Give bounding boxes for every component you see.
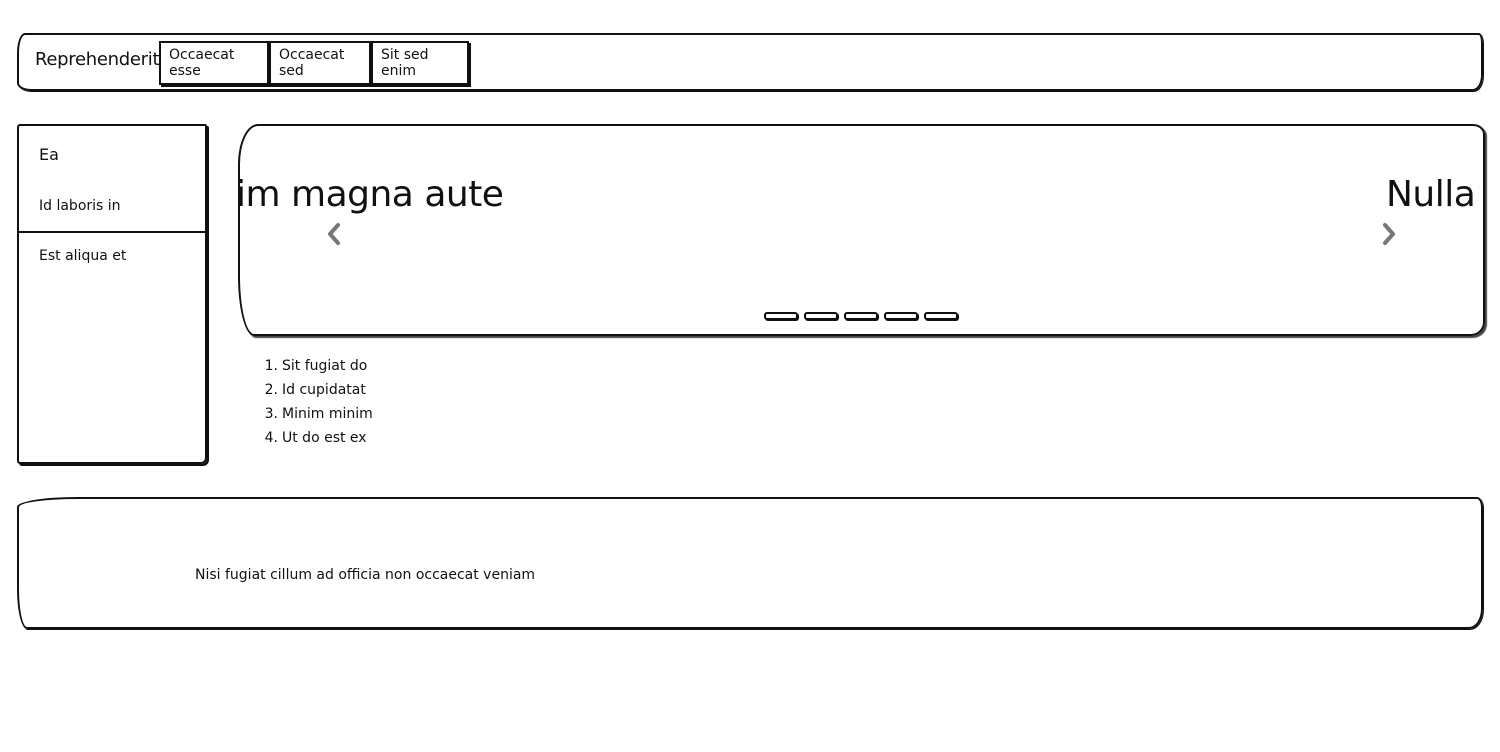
list-item: 1. Sit fugiat do <box>262 354 373 378</box>
carousel-slide-text-right: Nulla u <box>1386 174 1483 215</box>
list-item-text: Ut do est ex <box>282 430 367 446</box>
brand-title[interactable]: Reprehenderit <box>35 49 160 70</box>
list-item: 2. Id cupidatat <box>262 378 373 402</box>
list-item-text: Minim minim <box>282 406 373 422</box>
chevron-left-icon[interactable] <box>326 222 342 251</box>
footer: Nisi fugiat cillum ad officia non occaec… <box>17 497 1483 629</box>
list-item-number: 4. <box>264 430 278 446</box>
list-item-text: Sit fugiat do <box>282 358 368 374</box>
carousel-slide-text-left: im magna aute <box>238 174 504 215</box>
chevron-left-icon-svg <box>328 223 340 245</box>
nav-button-sit-sed-enim[interactable]: Sit sed enim <box>371 41 469 85</box>
nav-button-occaecat-sed[interactable]: Occaecat sed <box>269 41 371 85</box>
sidebar: Ea Id laboris in Est aliqua et <box>17 124 207 464</box>
carousel-indicator-1[interactable] <box>764 312 798 320</box>
carousel-indicator-4[interactable] <box>884 312 918 320</box>
chevron-right-icon[interactable] <box>1381 222 1397 251</box>
carousel-indicator-5[interactable] <box>924 312 958 320</box>
list-item-text: Id cupidatat <box>282 382 366 398</box>
list-item: 4. Ut do est ex <box>262 426 373 450</box>
footer-text: Nisi fugiat cillum ad officia non occaec… <box>195 567 536 583</box>
sidebar-heading: Ea <box>39 145 59 164</box>
carousel-indicator-3[interactable] <box>844 312 878 320</box>
list-item-number: 3. <box>264 406 278 422</box>
list-item: 3. Minim minim <box>262 402 373 426</box>
ordered-list: 1. Sit fugiat do 2. Id cupidatat 3. Minim m… <box>262 354 373 450</box>
chevron-right-icon-svg <box>1383 223 1395 245</box>
list-item-number: 1. <box>264 358 278 374</box>
sidebar-item-est-aliqua-et[interactable]: Est aliqua et <box>39 248 126 264</box>
sidebar-divider <box>19 231 205 233</box>
carousel-indicators <box>764 312 958 320</box>
carousel: im magna aute Nulla u <box>238 124 1485 336</box>
top-navbar: Reprehenderit Occaecat esse Occaecat sed… <box>17 33 1483 91</box>
nav-button-occaecat-esse[interactable]: Occaecat esse <box>159 41 269 85</box>
carousel-indicator-2[interactable] <box>804 312 838 320</box>
sidebar-item-id-laboris-in[interactable]: Id laboris in <box>39 198 121 214</box>
list-item-number: 2. <box>264 382 278 398</box>
